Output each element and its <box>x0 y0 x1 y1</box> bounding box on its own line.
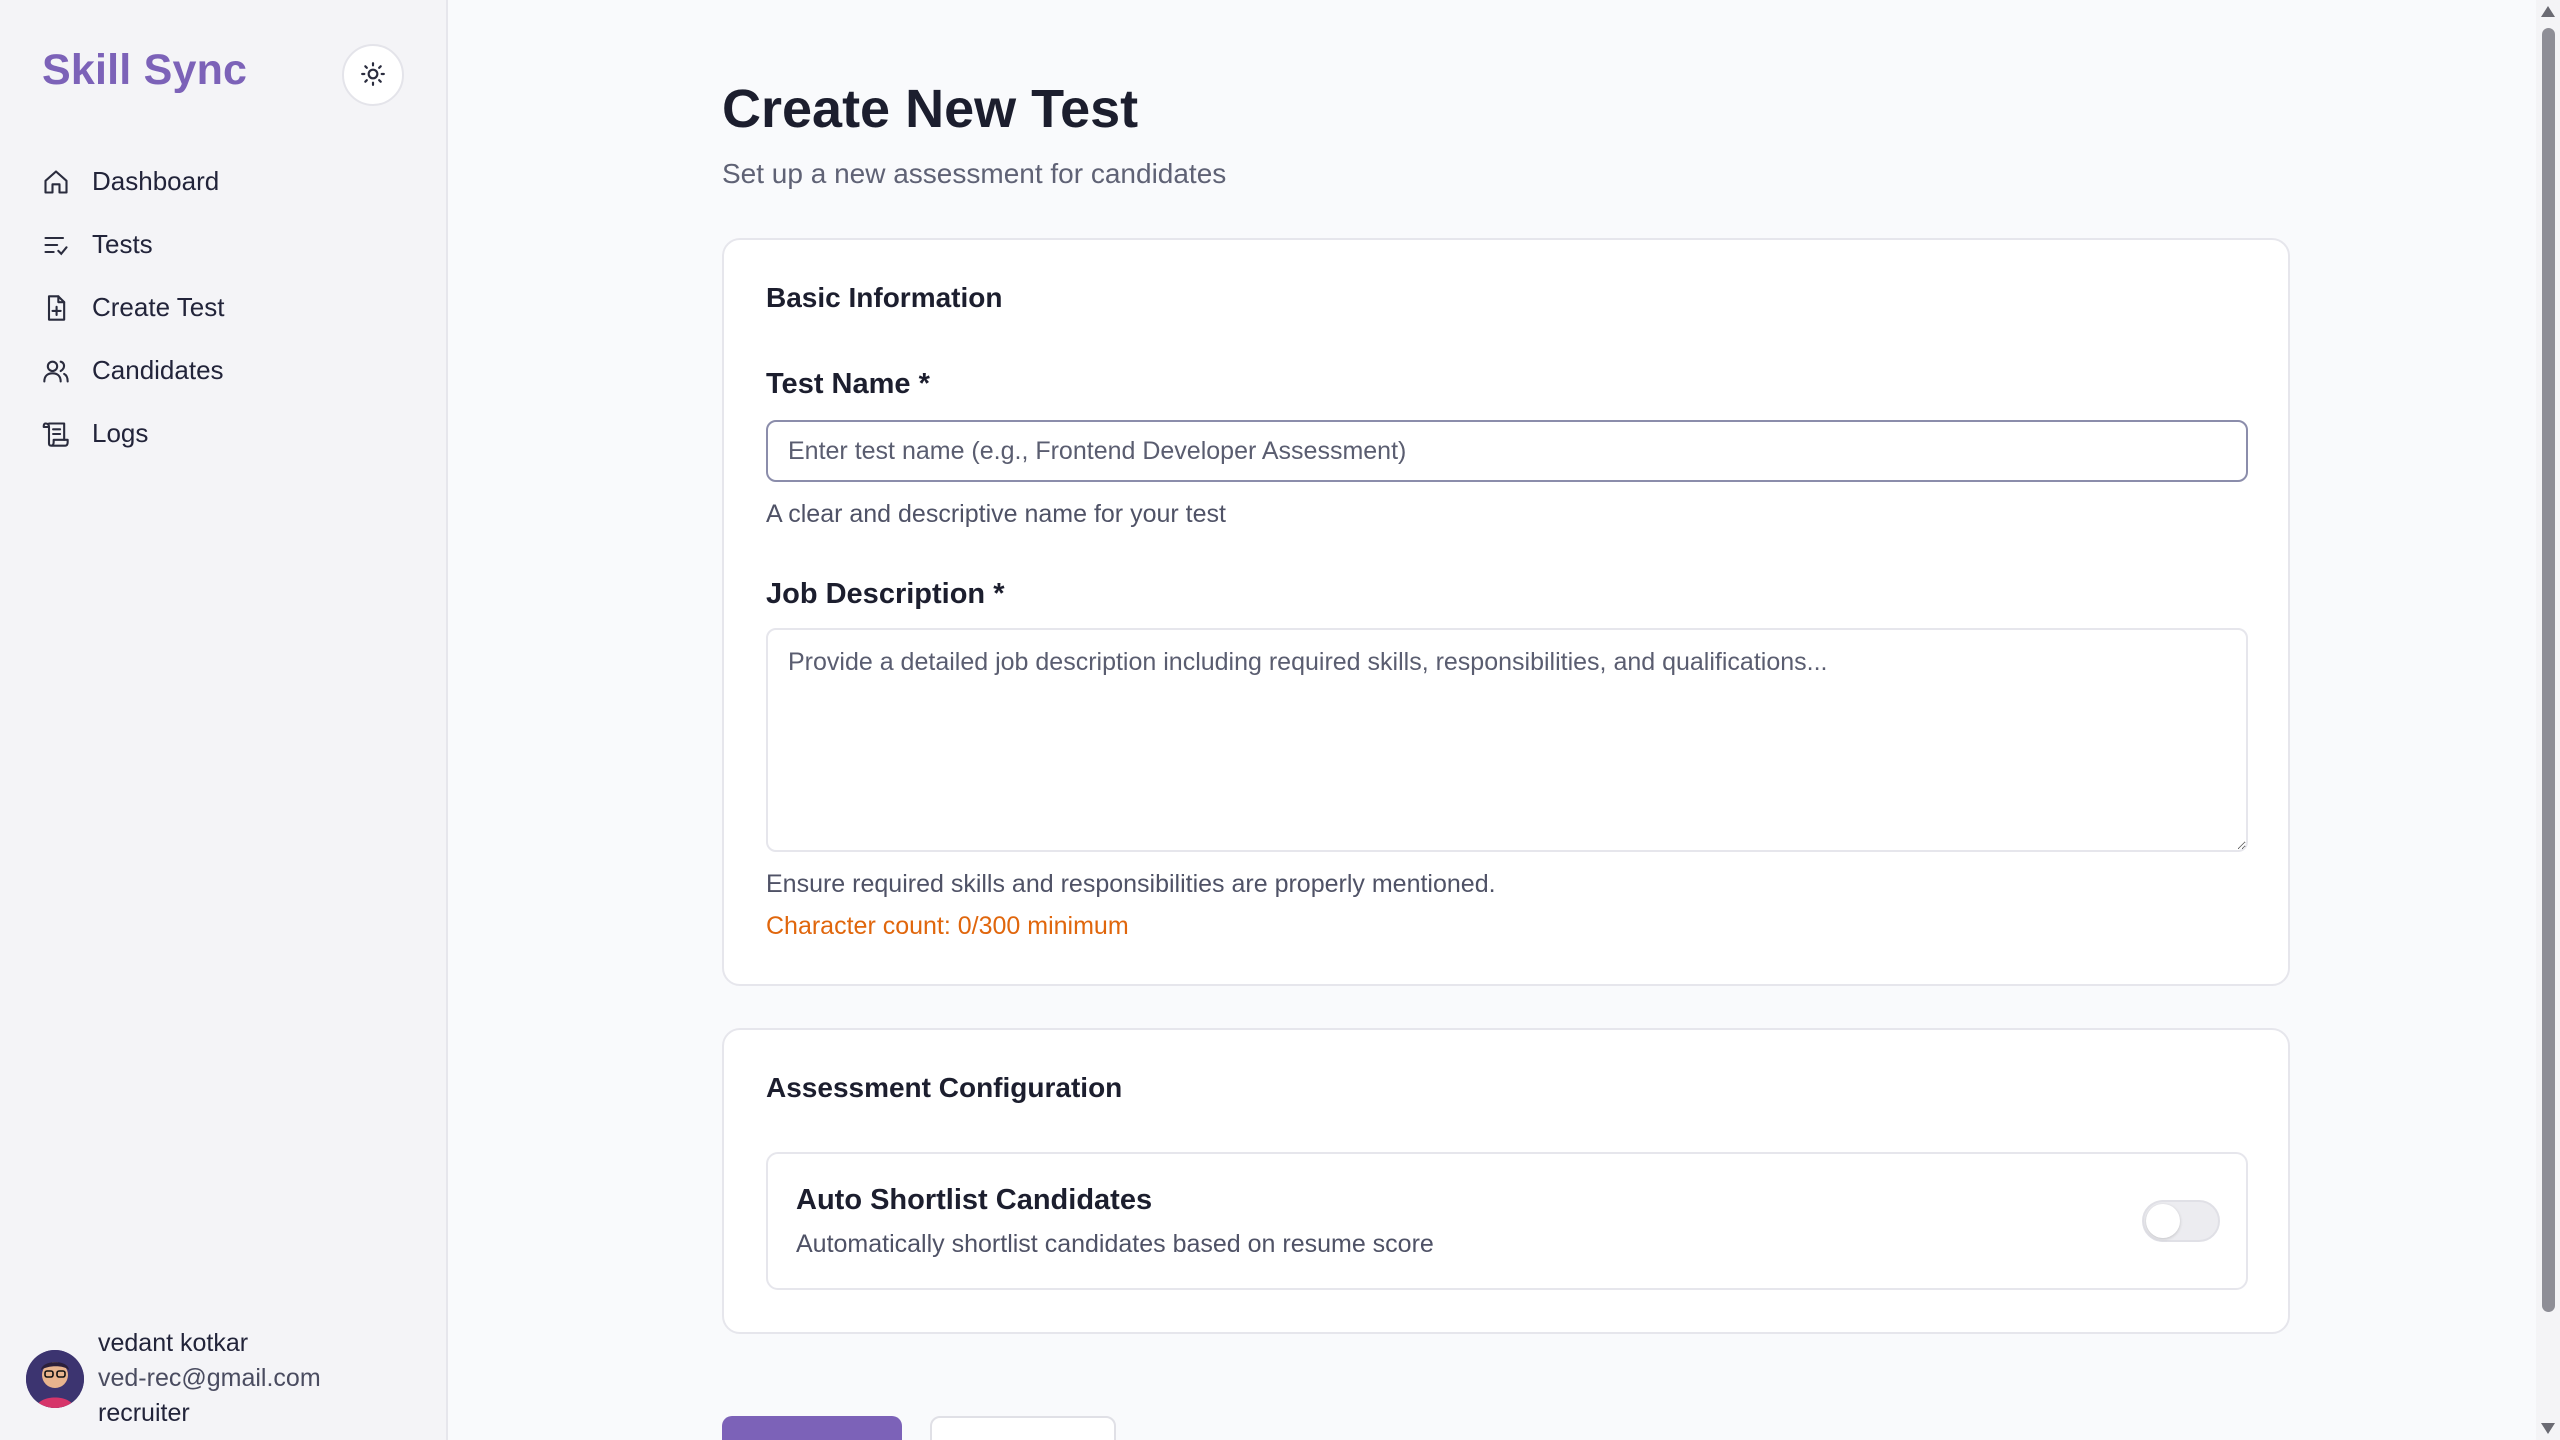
job-description-help: Ensure required skills and responsibilit… <box>766 870 1496 898</box>
sidebar-item-candidates[interactable]: Candidates <box>40 339 420 402</box>
sidebar-nav: Dashboard Tests Create Test Candidates L… <box>40 150 420 465</box>
job-description-label: Job Description * <box>766 578 1005 610</box>
sidebar: Skill Sync Dashboard Tests Create Test C… <box>0 0 448 1440</box>
page-subtitle: Set up a new assessment for candidates <box>722 158 1227 189</box>
secondary-action-button[interactable] <box>930 1416 1116 1440</box>
sidebar-item-tests[interactable]: Tests <box>40 213 420 276</box>
character-count: Character count: 0/300 minimum <box>766 912 1129 940</box>
scroll-icon <box>40 418 72 450</box>
sidebar-item-label: Candidates <box>92 355 224 385</box>
scrollbar-thumb[interactable] <box>2542 28 2555 1312</box>
test-name-label: Test Name * <box>766 368 930 400</box>
page-title: Create New Test <box>722 79 1139 139</box>
sidebar-item-label: Tests <box>92 229 153 259</box>
user-info: vedant kotkar ved-rec@gmail.com recruite… <box>98 1326 321 1431</box>
list-check-icon <box>40 229 72 261</box>
user-role: recruiter <box>98 1399 190 1427</box>
avatar <box>26 1349 84 1408</box>
users-icon <box>40 355 72 387</box>
assessment-configuration-card: Assessment Configuration Auto Shortlist … <box>722 1028 2290 1334</box>
job-description-textarea[interactable] <box>766 628 2248 852</box>
sidebar-item-create-test[interactable]: Create Test <box>40 276 420 339</box>
page-scrollbar[interactable] <box>2536 0 2560 1440</box>
test-name-input[interactable] <box>766 420 2248 482</box>
test-name-help: A clear and descriptive name for your te… <box>766 500 1226 528</box>
user-email: ved-rec@gmail.com <box>98 1364 321 1392</box>
sun-icon <box>360 61 386 90</box>
brand-logo[interactable]: Skill Sync <box>42 46 247 95</box>
home-icon <box>40 166 72 198</box>
auto-shortlist-toggle[interactable] <box>2142 1200 2220 1242</box>
sidebar-item-logs[interactable]: Logs <box>40 402 420 465</box>
sidebar-item-label: Create Test <box>92 292 225 322</box>
user-name: vedant kotkar <box>98 1329 249 1357</box>
auto-shortlist-title: Auto Shortlist Candidates <box>796 1184 1153 1216</box>
scroll-up-arrow-icon[interactable] <box>2541 6 2555 17</box>
auto-shortlist-description: Automatically shortlist candidates based… <box>796 1230 1434 1258</box>
scroll-down-arrow-icon[interactable] <box>2541 1423 2555 1434</box>
card-title: Assessment Configuration <box>766 1072 1123 1103</box>
toggle-knob <box>2146 1204 2180 1238</box>
create-test-button[interactable] <box>722 1416 902 1440</box>
user-profile[interactable]: vedant kotkar ved-rec@gmail.com recruite… <box>26 1326 321 1431</box>
sidebar-item-label: Logs <box>92 418 149 448</box>
theme-toggle-button[interactable] <box>342 44 404 106</box>
sidebar-item-dashboard[interactable]: Dashboard <box>40 150 420 213</box>
sidebar-item-label: Dashboard <box>92 166 220 196</box>
card-title: Basic Information <box>766 282 1003 313</box>
basic-information-card: Basic Information Test Name * A clear an… <box>722 238 2290 986</box>
file-plus-icon <box>40 292 72 324</box>
auto-shortlist-setting: Auto Shortlist Candidates Automatically … <box>766 1152 2248 1290</box>
